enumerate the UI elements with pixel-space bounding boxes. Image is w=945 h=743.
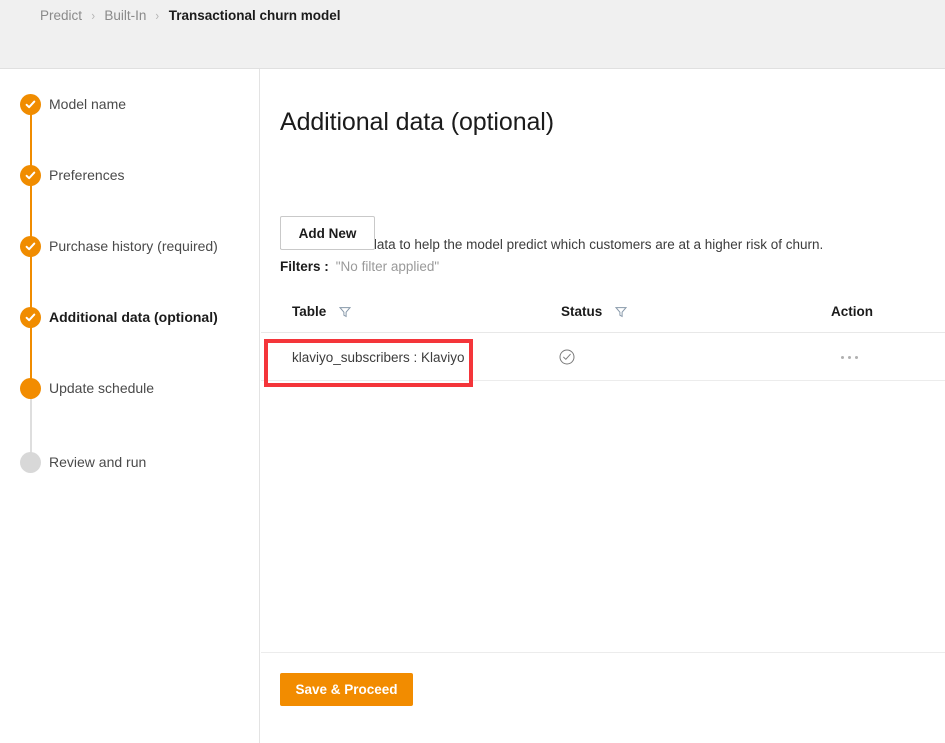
inactive-dot-icon [20, 451, 41, 473]
add-new-button[interactable]: Add New [280, 216, 375, 250]
check-circle-icon [20, 306, 41, 328]
page-title: Additional data (optional) [280, 108, 554, 136]
ellipsis-dot [855, 355, 858, 359]
filters-summary: Filters : "No filter applied" [280, 259, 439, 274]
filters-label: Filters : [280, 259, 329, 274]
column-header-label: Action [831, 304, 873, 319]
column-header-action: Action [831, 304, 873, 319]
chevron-right-icon: › [155, 8, 160, 23]
check-circle-icon [559, 349, 575, 365]
sidebar-item-label: Preferences [49, 166, 125, 183]
save-and-proceed-button[interactable]: Save & Proceed [280, 673, 413, 706]
step-connector-inactive [30, 397, 32, 457]
breadcrumb: Predict › Built-In › Transactional churn… [40, 6, 341, 26]
column-header-status: Status [561, 304, 628, 319]
sidebar-item-label: Additional data (optional) [49, 308, 218, 325]
main-content: Additional data (optional) Add additiona… [261, 69, 945, 743]
filled-dot-icon [20, 377, 41, 399]
sidebar-item-label: Purchase history (required) [49, 237, 218, 254]
filters-value: "No filter applied" [335, 259, 440, 274]
table-row[interactable]: klaviyo_subscribers : Klaviyo [261, 333, 945, 387]
additional-data-table: Table Status Action klaviyo_subscribers … [261, 296, 945, 387]
top-header-bar: Predict › Built-In › Transactional churn… [0, 0, 945, 69]
ellipsis-dot [848, 355, 851, 359]
footer-divider [261, 652, 945, 653]
check-circle-icon [20, 164, 41, 186]
sidebar-item-label: Review and run [49, 453, 147, 470]
sidebar-item-label: Model name [49, 95, 127, 112]
app-root: Predict › Built-In › Transactional churn… [0, 0, 945, 743]
sidebar-item-label: Update schedule [49, 379, 155, 396]
cell-table-name: klaviyo_subscribers : Klaviyo [292, 349, 465, 365]
column-header-table: Table [292, 304, 352, 319]
column-header-label: Table [292, 304, 327, 319]
sidebar-stepper: Model name Preferences Purchase history … [0, 69, 260, 743]
table-header-row: Table Status Action [261, 296, 945, 333]
step-list: Model name Preferences Purchase history … [0, 69, 260, 743]
column-header-label: Status [561, 304, 603, 319]
ellipsis-dot [841, 355, 844, 359]
breadcrumb-item-built-in[interactable]: Built-In [104, 6, 146, 26]
filter-funnel-icon[interactable] [339, 306, 352, 318]
breadcrumb-item-predict[interactable]: Predict [40, 6, 82, 26]
filter-funnel-icon[interactable] [615, 306, 628, 318]
cell-status [559, 333, 575, 381]
breadcrumb-item-current: Transactional churn model [168, 8, 341, 23]
chevron-right-icon: › [91, 8, 96, 23]
check-circle-icon [20, 235, 41, 257]
cell-action [839, 333, 860, 381]
ellipsis-icon[interactable] [839, 350, 860, 365]
check-circle-icon [20, 93, 41, 115]
